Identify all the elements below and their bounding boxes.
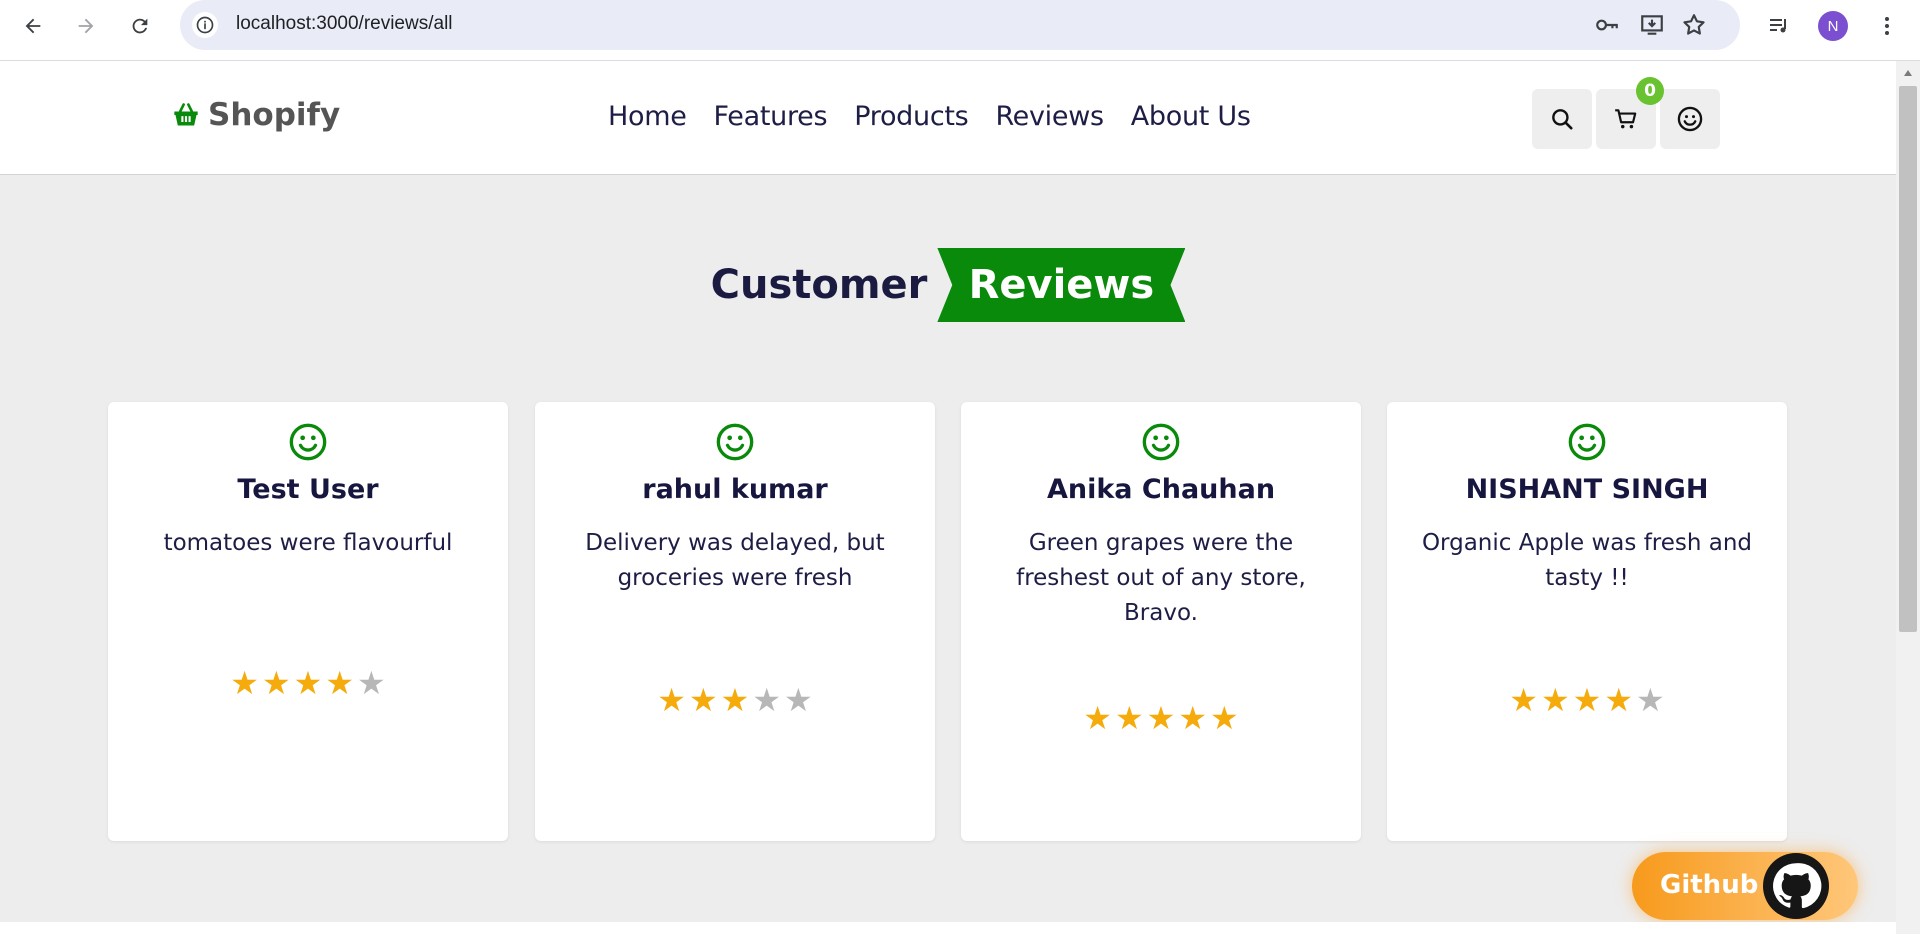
star-rating: ★ ★ ★ ★ ★ (108, 667, 508, 699)
smiley-icon (1677, 106, 1703, 132)
star-filled-icon: ★ (261, 664, 291, 702)
site-header: Shopify Home Features Products Reviews A… (0, 61, 1896, 175)
review-text: Organic Apple was fresh and tasty !! (1421, 530, 1753, 591)
heading-ribbon: Reviews (937, 248, 1186, 322)
user-smiley-icon (289, 423, 327, 461)
github-octocat-icon (1763, 853, 1829, 919)
bookmark-star-icon[interactable] (1680, 11, 1708, 39)
reviewer-name: Anika Chauhan (1046, 474, 1276, 505)
account-button[interactable] (1660, 89, 1720, 149)
star-filled-icon: ★ (1114, 699, 1144, 737)
github-button[interactable]: Github (1632, 852, 1858, 920)
install-app-icon[interactable] (1638, 11, 1666, 39)
star-empty-icon: ★ (357, 664, 386, 702)
star-filled-icon: ★ (325, 664, 355, 702)
star-filled-icon: ★ (230, 664, 259, 702)
review-card: Test User tomatoes were flavourful ★ ★ ★ ★ ★ (108, 402, 508, 841)
nav-link-reviews[interactable]: Reviews (995, 101, 1104, 132)
star-filled-icon: ★ (720, 681, 750, 719)
user-smiley-icon (716, 423, 754, 461)
star-empty-icon: ★ (784, 681, 813, 719)
review-card: Anika Chauhan Green grapes were the fres… (961, 402, 1361, 841)
site-info-icon[interactable] (192, 12, 218, 38)
shopping-basket-icon (174, 103, 198, 126)
star-filled-icon: ★ (657, 681, 686, 719)
star-filled-icon: ★ (688, 681, 718, 719)
reviewer-name: NISHANT SINGH (1465, 474, 1709, 505)
star-filled-icon: ★ (1540, 681, 1570, 719)
page-heading: Customer Reviews (0, 248, 1896, 322)
star-empty-icon: ★ (752, 681, 782, 719)
review-text: Green grapes were the freshest out of an… (1016, 530, 1306, 626)
nav-link-features[interactable]: Features (714, 101, 828, 132)
more-menu-icon[interactable] (1872, 11, 1902, 41)
back-button[interactable] (15, 8, 51, 44)
reviewer-name: Test User (237, 474, 379, 505)
forward-arrow-icon (78, 18, 94, 34)
back-arrow-icon (25, 18, 41, 34)
reload-button[interactable] (122, 8, 158, 44)
scroll-up-arrow-icon[interactable] (1903, 69, 1913, 77)
media-controls-icon[interactable] (1764, 11, 1794, 41)
review-card: rahul kumar Delivery was delayed, but gr… (535, 402, 935, 841)
user-smiley-icon (1142, 423, 1180, 461)
cart-count-badge: 0 (1636, 77, 1664, 105)
star-rating: ★ ★ ★ ★ ★ (535, 684, 935, 716)
cart-icon (1615, 109, 1637, 129)
page-bottom-edge (0, 922, 1896, 934)
review-text: tomatoes were flavourful (163, 530, 453, 556)
reviewer-name: rahul kumar (642, 474, 828, 505)
profile-avatar[interactable]: N (1818, 11, 1848, 41)
star-filled-icon: ★ (1604, 681, 1634, 719)
search-button[interactable] (1532, 89, 1592, 149)
star-rating: ★ ★ ★ ★ ★ (961, 702, 1361, 734)
url-text[interactable]: localhost:3000/reviews/all (236, 13, 453, 35)
key-icon[interactable] (1593, 11, 1621, 39)
star-filled-icon: ★ (1572, 681, 1602, 719)
nav-link-home[interactable]: Home (608, 101, 687, 132)
star-filled-icon: ★ (1509, 681, 1538, 719)
star-rating: ★ ★ ★ ★ ★ (1387, 684, 1787, 716)
address-bar[interactable]: localhost:3000/reviews/all (180, 0, 1740, 50)
heading-text: Customer (710, 262, 928, 308)
browser-toolbar: localhost:3000/reviews/all N (0, 0, 1920, 61)
star-filled-icon: ★ (1083, 699, 1112, 737)
review-card: NISHANT SINGH Organic Apple was fresh an… (1387, 402, 1787, 841)
user-smiley-icon (1568, 423, 1606, 461)
reload-icon (132, 18, 148, 34)
star-filled-icon: ★ (1146, 699, 1176, 737)
star-filled-icon: ★ (293, 664, 323, 702)
star-empty-icon: ★ (1636, 681, 1665, 719)
nav-link-about-us[interactable]: About Us (1131, 101, 1251, 132)
scrollbar-thumb[interactable] (1899, 86, 1917, 632)
github-label: Github (1660, 870, 1759, 900)
brand-name: Shopify (208, 97, 341, 133)
heading-highlight: Reviews (968, 262, 1155, 308)
brand-logo[interactable]: Shopify (172, 97, 340, 133)
nav-link-products[interactable]: Products (854, 101, 968, 132)
main-nav: Home Features Products Reviews About Us (608, 101, 1251, 132)
star-filled-icon: ★ (1178, 699, 1208, 737)
search-icon (1552, 109, 1573, 130)
star-filled-icon: ★ (1210, 699, 1239, 737)
review-text: Delivery was delayed, but groceries were… (585, 530, 885, 591)
forward-button[interactable] (68, 8, 104, 44)
